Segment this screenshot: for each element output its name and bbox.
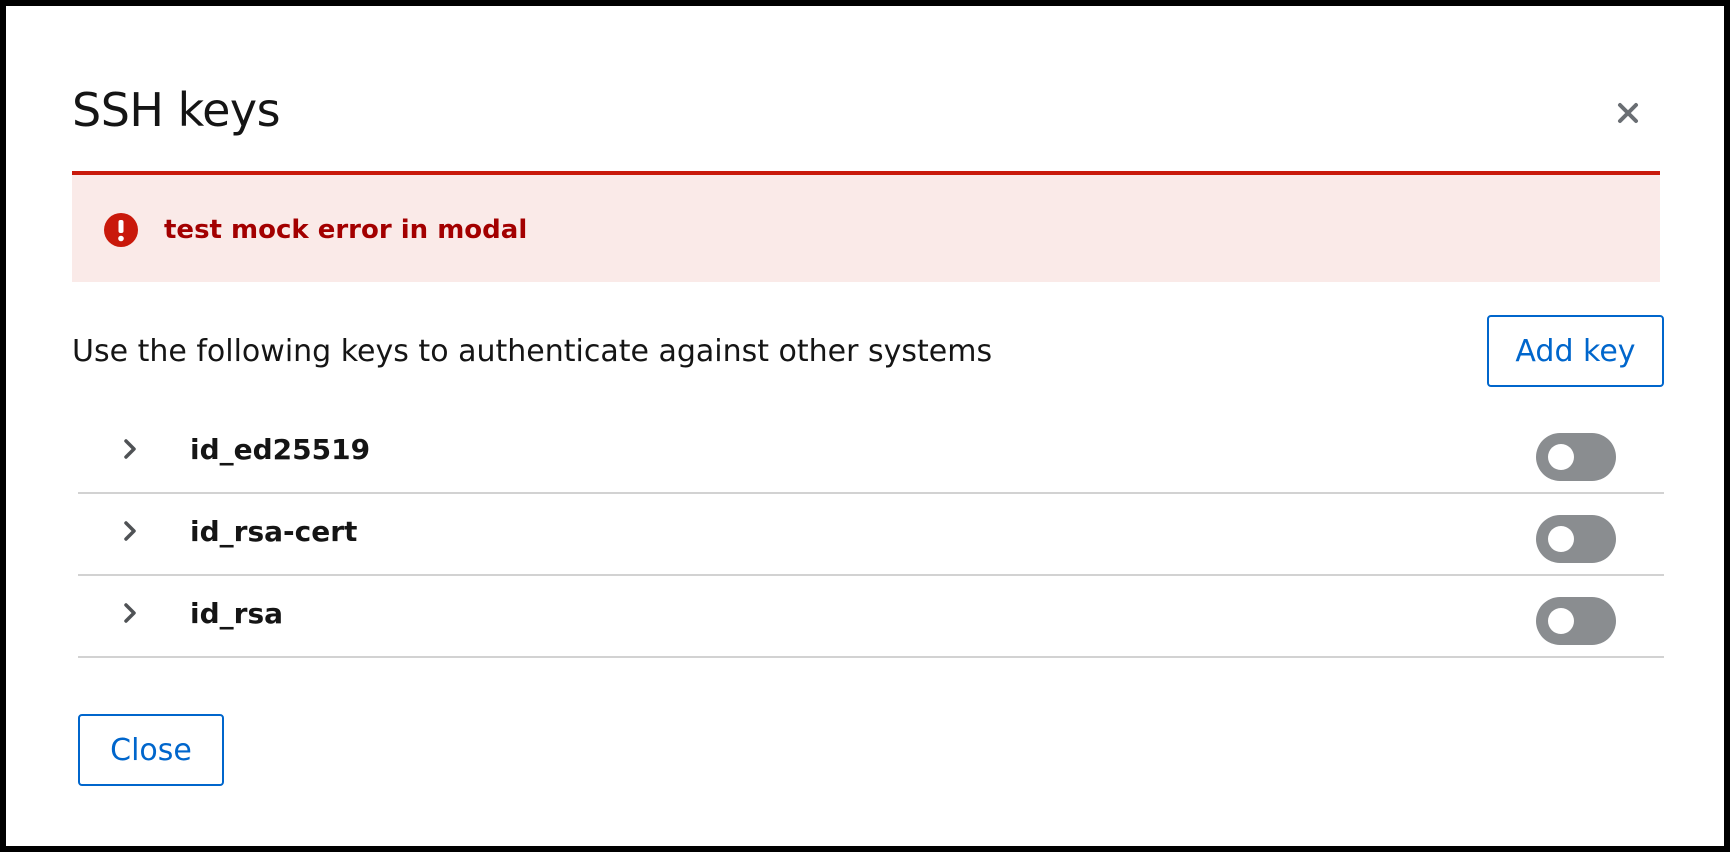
modal-title: SSH keys — [72, 83, 281, 137]
expand-toggle[interactable] — [118, 516, 142, 546]
error-alert: test mock error in modal — [72, 171, 1660, 282]
exclamation-circle-icon — [104, 213, 138, 247]
description-text: Use the following keys to authenticate a… — [72, 334, 993, 369]
switch-knob — [1548, 444, 1574, 470]
chevron-right-icon — [124, 603, 136, 623]
add-key-button[interactable]: Add key — [1487, 315, 1664, 387]
key-enable-switch[interactable] — [1536, 515, 1616, 563]
key-name: id_ed25519 — [190, 433, 371, 466]
chevron-right-icon — [124, 439, 136, 459]
chevron-right-icon — [124, 521, 136, 541]
close-button[interactable]: Close — [78, 714, 224, 786]
expand-toggle[interactable] — [118, 598, 142, 628]
close-icon — [1618, 103, 1638, 123]
key-row: id_ed25519 — [78, 412, 1664, 494]
key-name: id_rsa — [190, 597, 284, 630]
switch-knob — [1548, 608, 1574, 634]
key-enable-switch[interactable] — [1536, 433, 1616, 481]
key-list: id_ed25519 id_rsa-cert id_rsa — [78, 412, 1664, 658]
modal-close-button[interactable] — [1612, 97, 1644, 129]
expand-toggle[interactable] — [118, 434, 142, 464]
alert-title: test mock error in modal — [164, 215, 528, 245]
switch-knob — [1548, 526, 1574, 552]
key-enable-switch[interactable] — [1536, 597, 1616, 645]
key-row: id_rsa — [78, 576, 1664, 658]
key-name: id_rsa-cert — [190, 515, 358, 548]
key-row: id_rsa-cert — [78, 494, 1664, 576]
ssh-keys-modal: SSH keys test mock error in modal Use th… — [6, 6, 1724, 846]
